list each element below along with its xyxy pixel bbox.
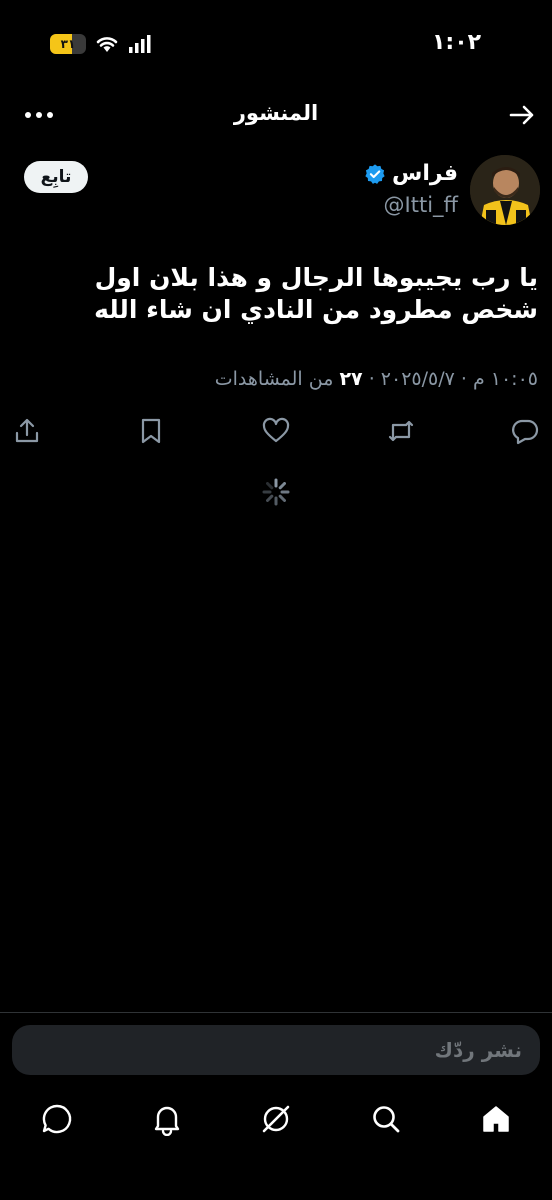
views-count: ٢٧ <box>339 368 363 390</box>
tweet-meta: ١٠:٠٥ م · ٢٠٢٥/٥/٧ · ٢٧ من المشاهدات <box>18 368 538 390</box>
notifications-icon[interactable] <box>150 1102 184 1137</box>
like-icon[interactable] <box>261 416 291 446</box>
meta-separator: · <box>362 368 375 390</box>
grok-icon[interactable] <box>259 1102 293 1136</box>
messages-icon[interactable] <box>40 1102 74 1136</box>
share-icon[interactable] <box>12 416 42 446</box>
battery-level: ٣١ <box>60 37 76 51</box>
views-label: من المشاهدات <box>214 368 334 390</box>
tweet-text: يا رب يجيبوها الرجال و هذا بلان اول شخص … <box>94 263 538 324</box>
signal-icon <box>129 35 151 53</box>
author-name[interactable]: فراس <box>392 161 458 186</box>
divider <box>0 1012 552 1013</box>
tweet-actions <box>0 416 552 450</box>
status-bar: ٣١ ١:٠٢ <box>0 0 552 90</box>
header: المنشور <box>0 95 552 139</box>
reply-icon[interactable] <box>510 416 540 446</box>
bookmark-icon[interactable] <box>136 416 166 446</box>
search-icon[interactable] <box>369 1102 403 1136</box>
avatar[interactable] <box>470 155 540 225</box>
tweet-datetime[interactable]: ١٠:٠٥ م · ٢٠٢٥/٥/٧ <box>381 368 538 390</box>
retweet-icon[interactable] <box>386 416 416 446</box>
arrow-right-icon[interactable] <box>506 99 538 131</box>
wifi-icon <box>96 37 118 52</box>
page-title: المنشور <box>233 101 319 125</box>
battery-icon: ٣١ <box>50 34 86 54</box>
verified-badge-icon <box>365 163 385 184</box>
home-icon[interactable] <box>479 1102 513 1136</box>
reply-input[interactable] <box>12 1025 540 1075</box>
reply-box <box>12 1025 540 1075</box>
status-icons: ٣١ <box>50 34 152 54</box>
loading-spinner-icon <box>262 478 290 506</box>
bottom-nav <box>0 1094 552 1144</box>
status-time: ١:٠٢ <box>432 30 482 55</box>
follow-button[interactable]: تابِع <box>24 161 88 193</box>
author-handle[interactable]: @Itti_ff <box>384 193 458 217</box>
author-row: تابِع فراس @Itti_ff <box>0 155 552 225</box>
author-name-row[interactable]: فراس <box>364 161 458 186</box>
